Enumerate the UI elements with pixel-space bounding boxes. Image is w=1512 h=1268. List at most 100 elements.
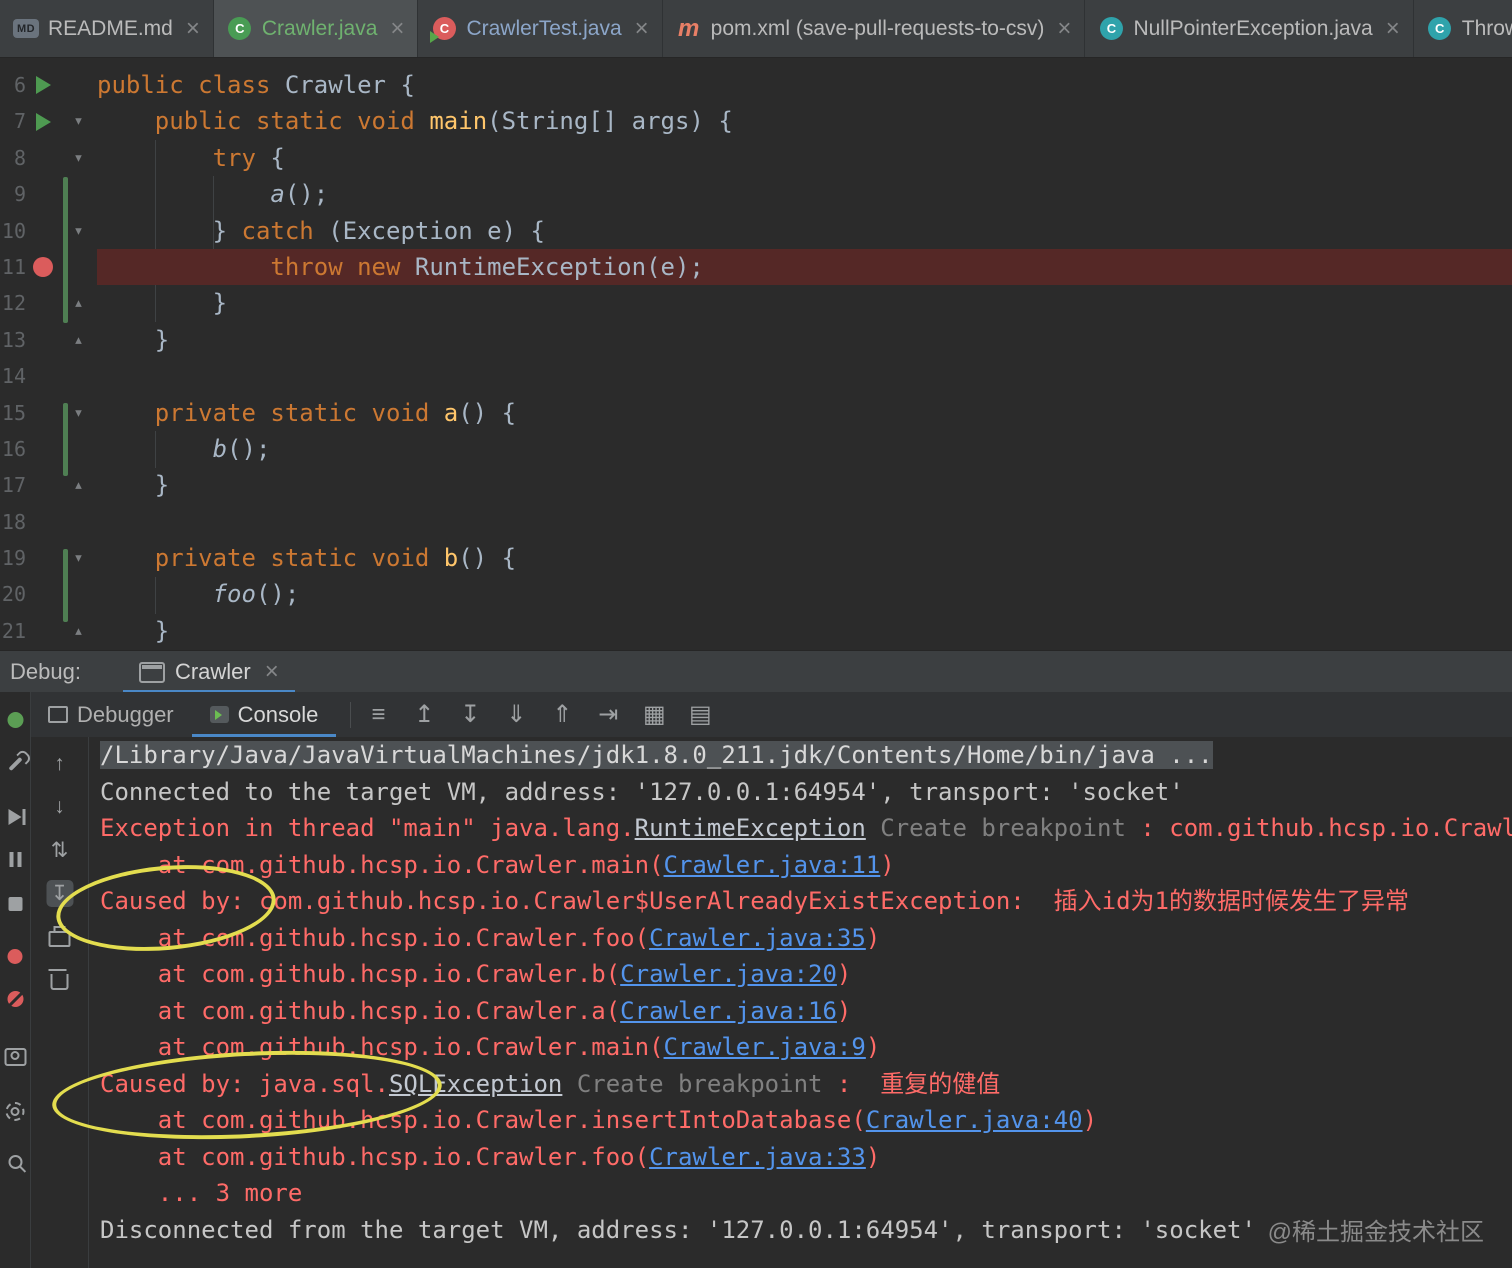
code-line[interactable]: 20 foo(); bbox=[0, 576, 1512, 612]
file-link[interactable]: Crawler.java:33 bbox=[649, 1143, 866, 1171]
thread-dump-camera-icon[interactable] bbox=[2, 1043, 29, 1070]
code-line[interactable]: 19 ▾ private static void b() { bbox=[0, 540, 1512, 576]
code-line[interactable]: 9 a(); bbox=[0, 176, 1512, 212]
file-link[interactable]: Crawler.java:16 bbox=[620, 997, 837, 1025]
code-editor[interactable]: 6 public class Crawler {7 ▾ public static … bbox=[0, 58, 1512, 650]
pause-icon[interactable] bbox=[2, 846, 29, 873]
code-line[interactable]: 11 throw new RuntimeException(e); bbox=[0, 248, 1512, 286]
code-line[interactable]: 18 bbox=[0, 504, 1512, 540]
gutter-marker[interactable] bbox=[26, 467, 60, 503]
fold-marker[interactable] bbox=[60, 576, 97, 612]
fold-marker[interactable]: ▴ bbox=[60, 285, 97, 321]
close-icon[interactable]: × bbox=[390, 16, 404, 41]
soft-wrap-icon[interactable]: ≡ bbox=[365, 701, 391, 729]
gutter-marker[interactable] bbox=[26, 176, 60, 212]
move-up-icon[interactable]: ⇑ bbox=[549, 700, 575, 729]
settings-gear-icon[interactable] bbox=[2, 1098, 29, 1125]
editor-tab[interactable]: CThrowable.java× bbox=[1414, 0, 1512, 57]
arrow-down-icon[interactable]: ↓ bbox=[46, 793, 73, 820]
code-line[interactable]: 21 ▴ } bbox=[0, 613, 1512, 649]
restore-layout-icon[interactable]: ▦ bbox=[641, 700, 667, 729]
editor-tab[interactable]: C Crawler.java × bbox=[213, 0, 419, 57]
code-line[interactable]: 7 ▾ public static void main(String[] args… bbox=[0, 103, 1512, 139]
run-icon[interactable] bbox=[35, 76, 51, 95]
file-link[interactable]: Crawler.java:11 bbox=[664, 851, 881, 879]
gutter-marker[interactable] bbox=[26, 67, 60, 103]
scroll-down-icon[interactable]: ↧ bbox=[457, 700, 483, 729]
clear-trash-icon[interactable] bbox=[46, 968, 73, 995]
gutter-marker[interactable] bbox=[26, 431, 60, 467]
fold-marker[interactable]: ▴ bbox=[60, 322, 97, 358]
mute-breakpoints-icon[interactable] bbox=[2, 985, 29, 1012]
gutter-marker[interactable] bbox=[26, 358, 60, 394]
gutter-marker[interactable] bbox=[26, 540, 60, 576]
fold-marker[interactable] bbox=[60, 504, 97, 540]
close-icon[interactable]: × bbox=[186, 16, 200, 41]
gutter-marker[interactable] bbox=[26, 249, 60, 285]
gutter-marker[interactable] bbox=[26, 140, 60, 176]
view-breakpoints-icon[interactable] bbox=[2, 943, 29, 970]
gutter-marker[interactable] bbox=[26, 322, 60, 358]
file-link[interactable]: Crawler.java:35 bbox=[649, 924, 866, 952]
run-icon[interactable] bbox=[35, 112, 51, 131]
arrow-up-icon[interactable]: ↑ bbox=[46, 750, 73, 777]
console-output[interactable]: /Library/Java/JavaVirtualMachines/jdk1.8… bbox=[89, 737, 1512, 1268]
editor-tab[interactable]: C CrawlerTest.java × bbox=[418, 0, 663, 57]
code-line[interactable]: 12 ▴ } bbox=[0, 285, 1512, 321]
code-line[interactable]: 13 ▴ } bbox=[0, 322, 1512, 358]
close-icon[interactable]: × bbox=[1386, 16, 1400, 41]
fold-marker[interactable]: ▾ bbox=[60, 395, 97, 431]
code-line[interactable]: 8 ▾ try { bbox=[0, 140, 1512, 176]
stop-icon[interactable] bbox=[2, 890, 29, 917]
tab-debugger[interactable]: Debugger bbox=[30, 692, 192, 737]
editor-tab[interactable]: MD README.md × bbox=[0, 0, 214, 57]
file-link[interactable]: Crawler.java:20 bbox=[620, 960, 837, 988]
code-line[interactable]: 17 ▴ } bbox=[0, 467, 1512, 503]
tab-console[interactable]: Console bbox=[191, 692, 337, 737]
fold-marker[interactable]: ▾ bbox=[60, 103, 97, 139]
breakpoint-icon[interactable] bbox=[33, 257, 53, 278]
scroll-up-icon[interactable]: ↥ bbox=[411, 700, 437, 729]
fold-marker[interactable] bbox=[60, 67, 97, 103]
fold-marker[interactable]: ▴ bbox=[60, 613, 97, 649]
code-line[interactable]: 14 bbox=[0, 358, 1512, 394]
code-line[interactable]: 10 ▾ } catch (Exception e) { bbox=[0, 213, 1512, 249]
code-line[interactable]: 16 b(); bbox=[0, 431, 1512, 467]
gutter-marker[interactable] bbox=[26, 576, 60, 612]
fold-marker[interactable] bbox=[60, 358, 97, 394]
code-line[interactable]: 15 ▾ private static void a() { bbox=[0, 395, 1512, 431]
editor-tab[interactable]: m pom.xml (save-pull-requests-to-csv) × bbox=[663, 0, 1086, 57]
gutter-marker[interactable] bbox=[26, 103, 60, 139]
debug-tool-icon[interactable] bbox=[2, 706, 29, 733]
wrench-icon[interactable] bbox=[2, 750, 29, 777]
editor-tab[interactable]: C NullPointerException.java × bbox=[1085, 0, 1414, 57]
resume-icon[interactable] bbox=[2, 803, 29, 830]
file-link[interactable]: Crawler.java:40 bbox=[866, 1106, 1083, 1134]
close-icon[interactable]: × bbox=[635, 16, 649, 41]
sort-arrows-icon[interactable]: ⇅ bbox=[46, 837, 73, 864]
jump-to-end-icon[interactable]: ⇥ bbox=[595, 700, 621, 729]
fold-marker[interactable] bbox=[60, 249, 97, 285]
fold-marker[interactable] bbox=[60, 176, 97, 212]
scroll-to-end-icon[interactable]: ↧ bbox=[46, 880, 73, 907]
exception-link[interactable]: SQLException bbox=[389, 1070, 562, 1098]
code-line[interactable]: 6 public class Crawler { bbox=[0, 67, 1512, 103]
gutter-marker[interactable] bbox=[26, 613, 60, 649]
gutter-marker[interactable] bbox=[26, 285, 60, 321]
fold-marker[interactable]: ▾ bbox=[60, 540, 97, 576]
close-icon[interactable]: × bbox=[265, 660, 279, 684]
fold-marker[interactable] bbox=[60, 431, 97, 467]
debug-session-tab[interactable]: Crawler × bbox=[122, 651, 295, 693]
pin-icon[interactable] bbox=[2, 1148, 29, 1175]
fold-marker[interactable]: ▴ bbox=[60, 467, 97, 503]
print-icon[interactable] bbox=[46, 925, 73, 952]
close-icon[interactable]: × bbox=[1057, 16, 1071, 41]
console-settings-icon[interactable]: ▤ bbox=[687, 700, 713, 729]
gutter-marker[interactable] bbox=[26, 504, 60, 540]
gutter-marker[interactable] bbox=[26, 213, 60, 249]
file-link[interactable]: Crawler.java:9 bbox=[664, 1033, 866, 1061]
exception-link[interactable]: RuntimeException bbox=[635, 814, 866, 842]
fold-marker[interactable]: ▾ bbox=[60, 213, 97, 249]
move-down-icon[interactable]: ⇓ bbox=[503, 700, 529, 729]
fold-marker[interactable]: ▾ bbox=[60, 140, 97, 176]
